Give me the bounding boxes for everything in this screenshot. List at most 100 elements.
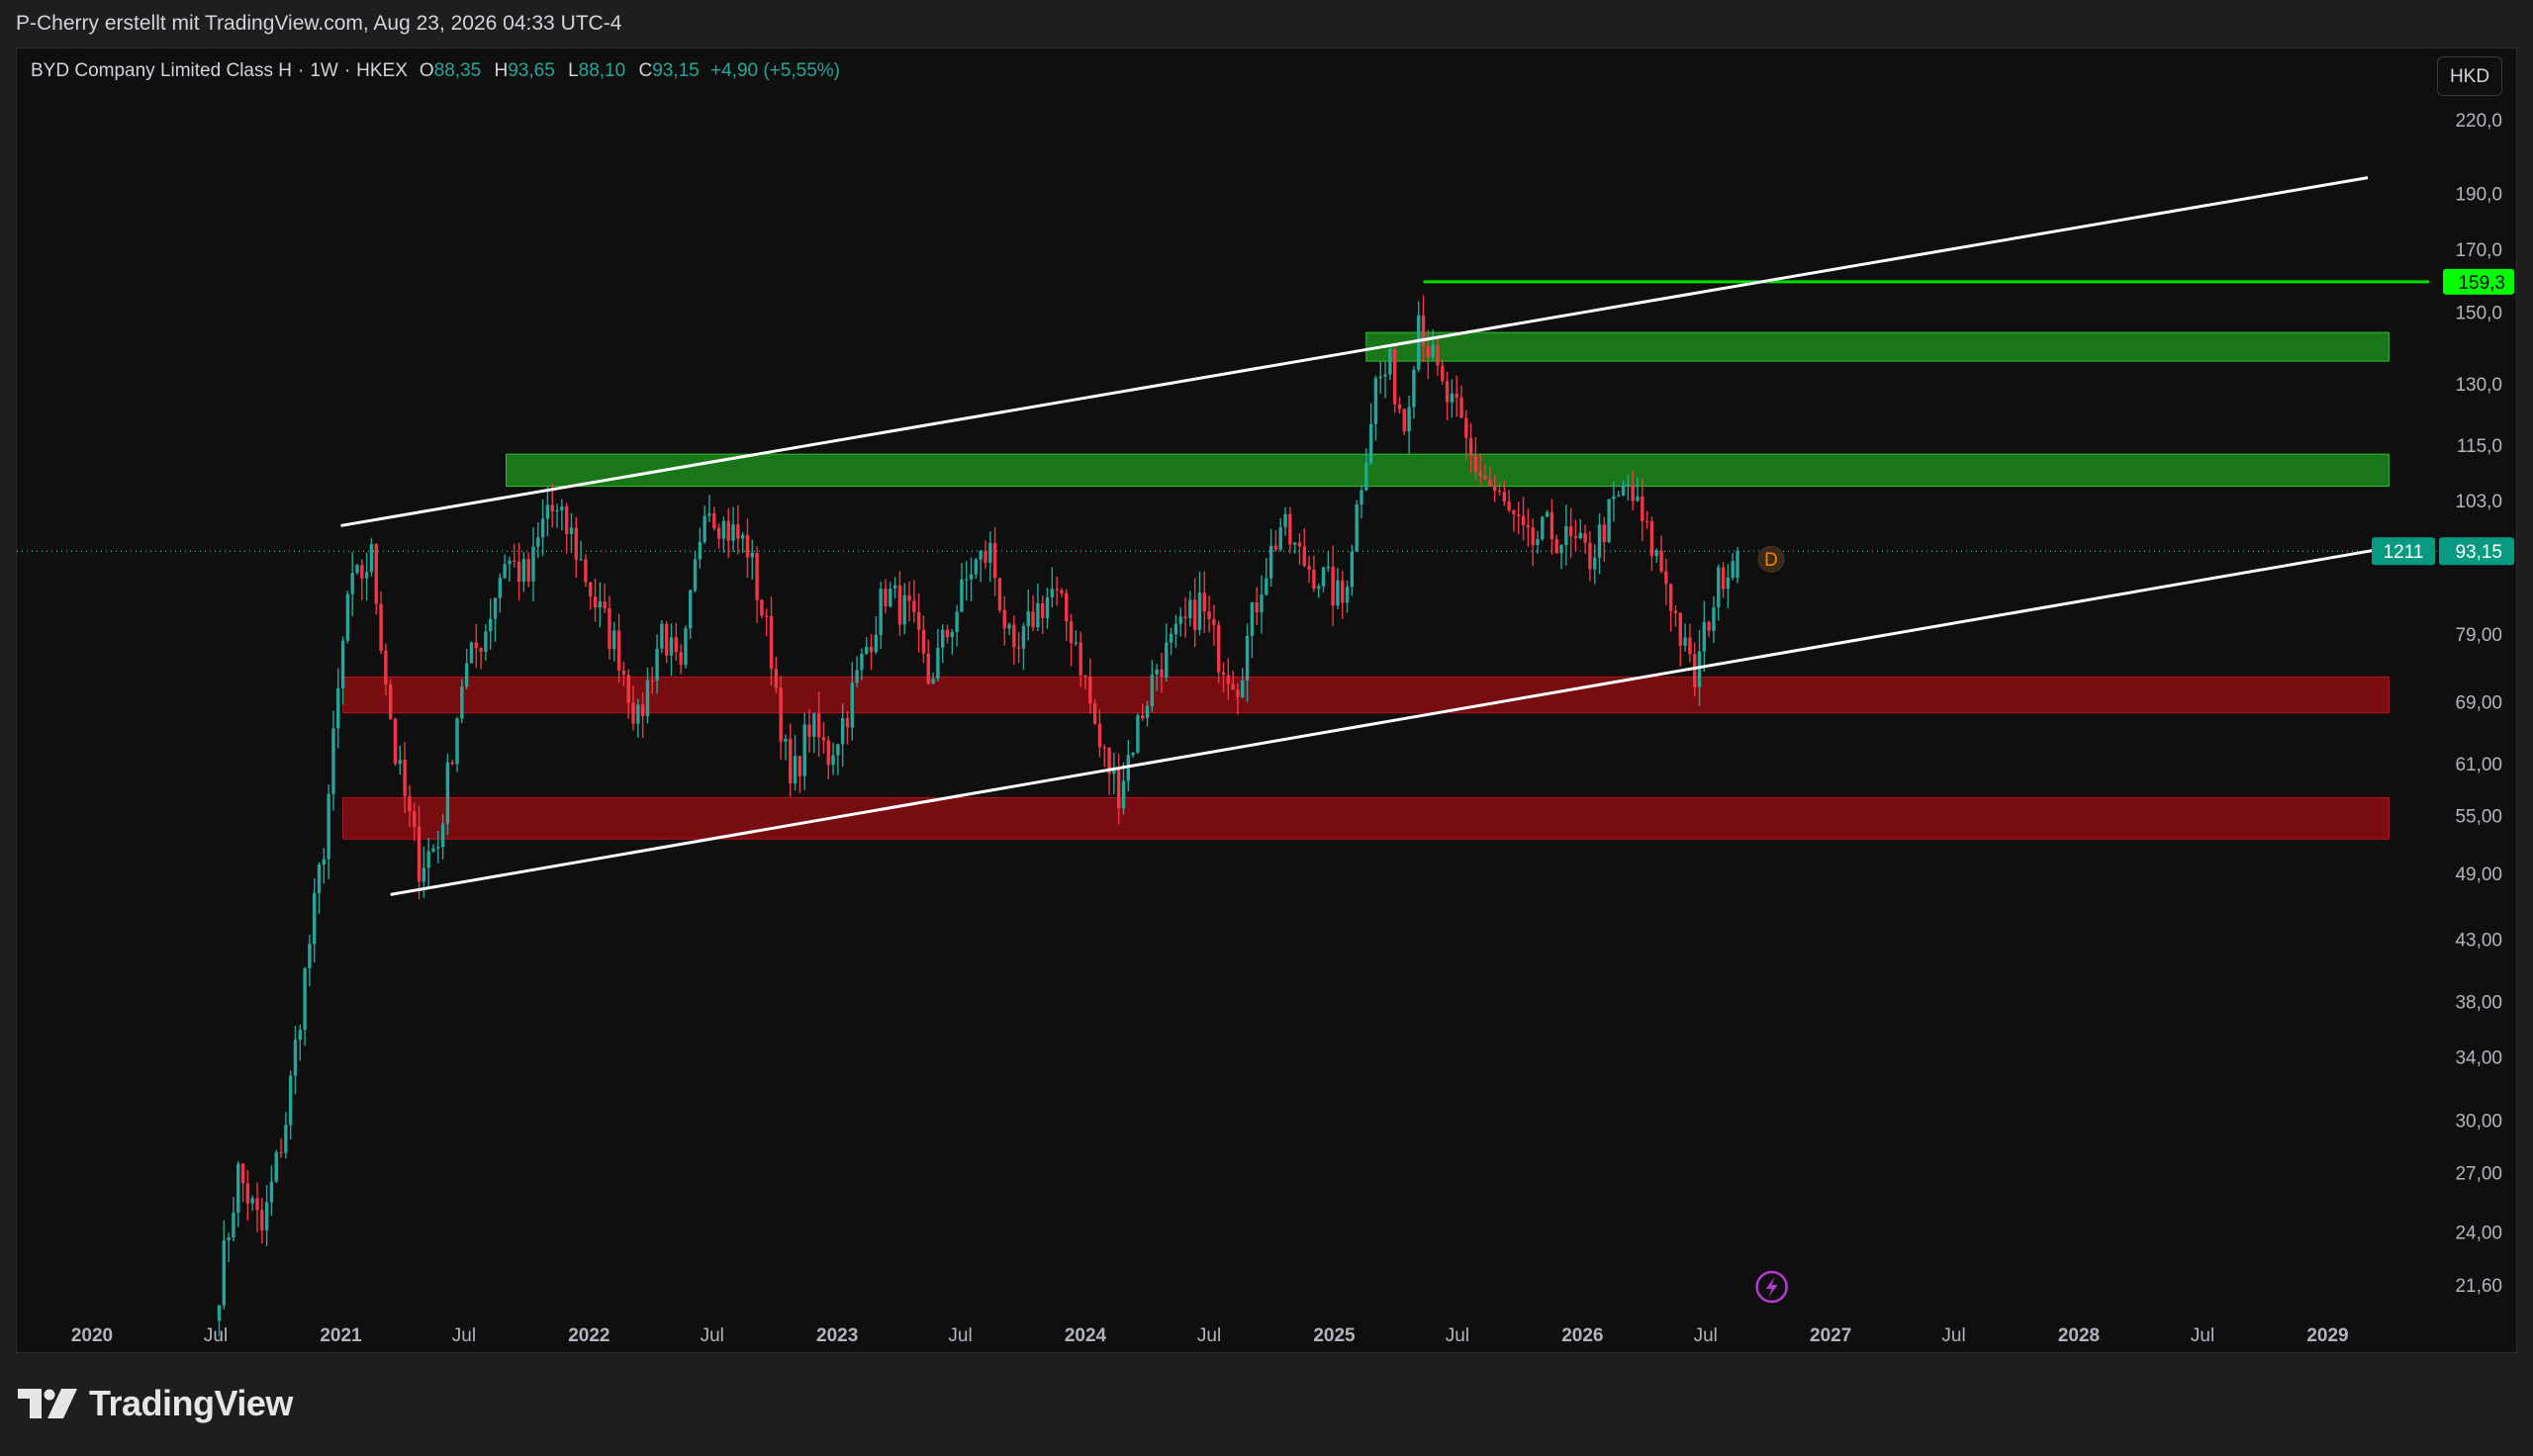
candle-body [1688, 637, 1692, 655]
candle-body [1012, 624, 1016, 648]
candle-body [1454, 393, 1458, 398]
candle-body [608, 607, 611, 650]
candle-body [488, 618, 493, 632]
attribution-text: P-Cherry erstellt mit TradingView.com, A… [16, 12, 622, 35]
candle-body [1402, 409, 1406, 432]
candle-body [374, 543, 378, 604]
candle-body [1736, 551, 1739, 579]
candle-body [360, 565, 364, 579]
candle-body [974, 559, 979, 575]
top-bar: P-Cherry erstellt mit TradingView.com, A… [0, 0, 2533, 47]
candle-body [569, 527, 574, 534]
currency-button[interactable]: HKD [2437, 56, 2502, 96]
candle-body [784, 738, 788, 742]
candle-body [1121, 780, 1126, 809]
candle-body [945, 629, 950, 638]
candle-body [260, 1210, 264, 1230]
candle-body [479, 648, 483, 652]
candle-body [684, 628, 688, 666]
candle-body [298, 1030, 302, 1041]
green-zone-lower [506, 453, 2390, 488]
candle-body [1388, 348, 1392, 375]
candle-body [1564, 525, 1568, 546]
candle-body [545, 504, 550, 519]
candle-body [802, 724, 806, 776]
time-axis-tick: Jul [2191, 1325, 2214, 1346]
candle-body [1597, 524, 1602, 558]
candle-body [1541, 516, 1545, 540]
candle-body [1192, 599, 1197, 630]
candle-body [1231, 683, 1235, 690]
time-axis-tick: Jul [452, 1325, 476, 1346]
candle-body [940, 629, 945, 648]
candle-body [240, 1163, 245, 1184]
candle-body [721, 520, 726, 539]
candle-body [731, 524, 735, 541]
candle-body [403, 760, 407, 797]
candle-body [1197, 592, 1202, 630]
candle-body [816, 713, 821, 738]
candle-body [1016, 647, 1021, 649]
candle-body [760, 599, 764, 616]
candle-body [1321, 567, 1326, 587]
candle-body [669, 637, 674, 656]
candle-body [1631, 485, 1635, 501]
candle-body [498, 578, 503, 598]
tradingview-logo-icon [18, 1389, 77, 1418]
candle-body [436, 847, 440, 849]
price-axis-tick: 43,00 [2455, 931, 2502, 952]
candle-body [255, 1198, 259, 1211]
candle-body [603, 601, 607, 608]
candle-body [902, 594, 906, 625]
tradingview-logo[interactable]: TradingView [18, 1383, 293, 1424]
candle-body [1383, 374, 1387, 377]
candle-body [384, 650, 388, 684]
candle-body [1364, 463, 1368, 491]
level-price-label: 159,3 [2458, 273, 2505, 294]
candle-body [1002, 609, 1006, 629]
legend-symbol[interactable]: BYD Company Limited Class H [31, 60, 292, 82]
candle-body [1531, 527, 1535, 546]
candle-body [217, 1305, 222, 1321]
candle-body [1549, 511, 1554, 540]
legend-close-value: 93,15 [652, 60, 700, 81]
candle-body [779, 687, 783, 742]
candle-body [574, 527, 578, 560]
time-axis-tick: 2028 [2058, 1325, 2100, 1346]
green-zone-upper [1365, 331, 2390, 362]
legend-change: +4,90 (+5,55%) [710, 60, 841, 81]
candle-body [740, 534, 745, 539]
candle-body [1649, 520, 1654, 557]
candle-body [1312, 569, 1316, 590]
candle-body [584, 559, 588, 583]
price-axis-tick: 69,00 [2455, 693, 2502, 714]
candle-body [293, 1040, 298, 1076]
price-axis-tick: 38,00 [2455, 992, 2502, 1013]
price-axis-tick: 130,0 [2455, 375, 2502, 396]
candle-body [793, 756, 797, 784]
chart-panel[interactable]: D 220,0 190,0 170,0 150,0 130,0 115,0 103,0 79,0… [16, 47, 2517, 1353]
candle-body [279, 1151, 283, 1154]
candle-body [655, 648, 659, 682]
time-axis-tick: 2024 [1065, 1325, 1107, 1346]
candle-body [936, 647, 940, 680]
legend-interval[interactable]: 1W [310, 60, 338, 82]
candle-body [1360, 490, 1363, 504]
candle-body [812, 713, 816, 737]
candle-body [250, 1198, 254, 1204]
candle-body [460, 686, 464, 719]
candle-body [513, 560, 516, 562]
price-chart[interactable]: D 220,0 190,0 170,0 150,0 130,0 115,0 103,0 79,0… [17, 48, 2517, 1353]
candle-body [1150, 675, 1155, 706]
candle-body [674, 637, 679, 653]
candle-body [450, 762, 454, 765]
candle-body [616, 630, 621, 671]
time-axis-tick: Jul [948, 1325, 972, 1346]
candle-body [1654, 550, 1658, 557]
candle-body [821, 737, 826, 741]
candle-body [222, 1239, 227, 1306]
candle-body [1368, 423, 1373, 464]
candle-body [364, 572, 369, 579]
candle-body [232, 1212, 235, 1238]
candle-body [550, 504, 554, 512]
